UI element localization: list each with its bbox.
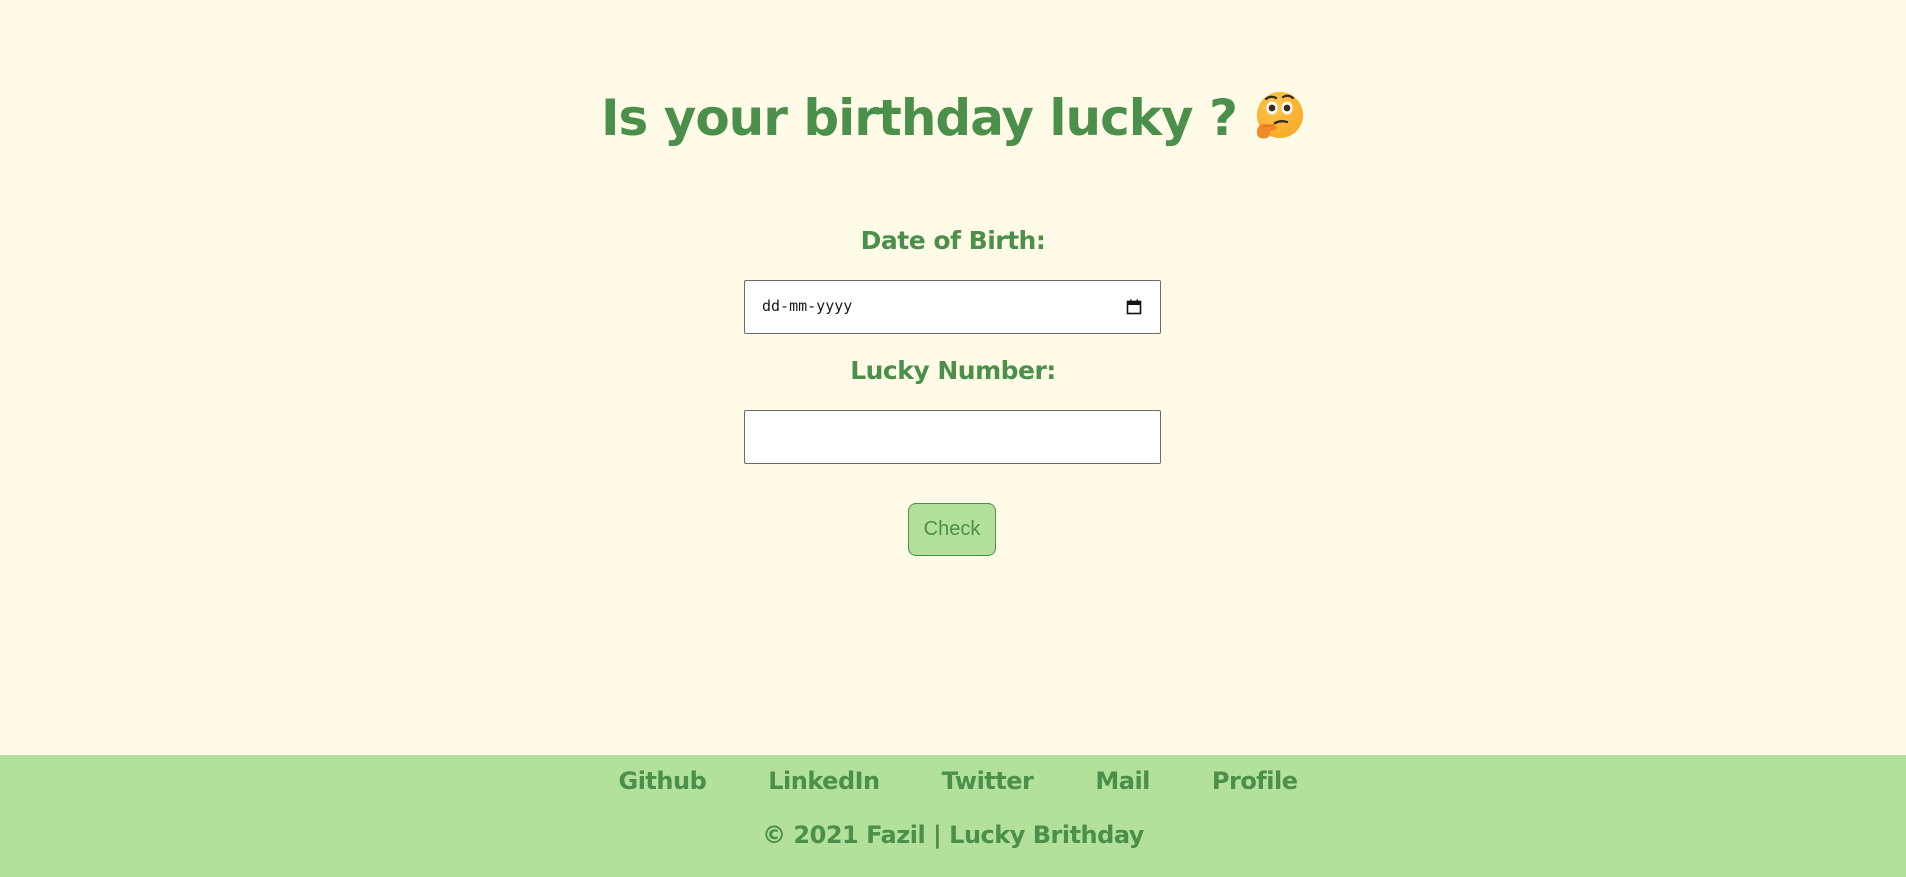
copyright-text: © 2021 Fazil | Lucky Brithday [762,821,1144,849]
dob-placeholder: dd-mm-yyyy [762,297,853,315]
footer-links: Github LinkedIn Twitter Mail Profile [0,767,1906,795]
lucky-number-label: Lucky Number: [850,356,1056,385]
thinking-face-icon [1257,91,1304,138]
page-title: Is your birthday lucky ? [0,88,1906,148]
footer-link-github[interactable]: Github [619,767,707,795]
dob-input[interactable]: dd-mm-yyyy [744,280,1161,334]
main-section: Is your birthday lucky ? Date of Birth: … [0,0,1906,755]
footer-link-mail[interactable]: Mail [1095,767,1150,795]
lucky-number-input[interactable] [744,410,1161,464]
calendar-icon[interactable] [1126,299,1142,315]
footer-link-profile[interactable]: Profile [1212,767,1298,795]
dob-label: Date of Birth: [860,226,1046,255]
page-title-text: Is your birthday lucky ? [600,89,1238,147]
footer: Github LinkedIn Twitter Mail Profile © 2… [0,755,1906,877]
check-button[interactable]: Check [908,503,996,556]
footer-link-linkedin[interactable]: LinkedIn [768,767,880,795]
footer-link-twitter[interactable]: Twitter [942,767,1034,795]
